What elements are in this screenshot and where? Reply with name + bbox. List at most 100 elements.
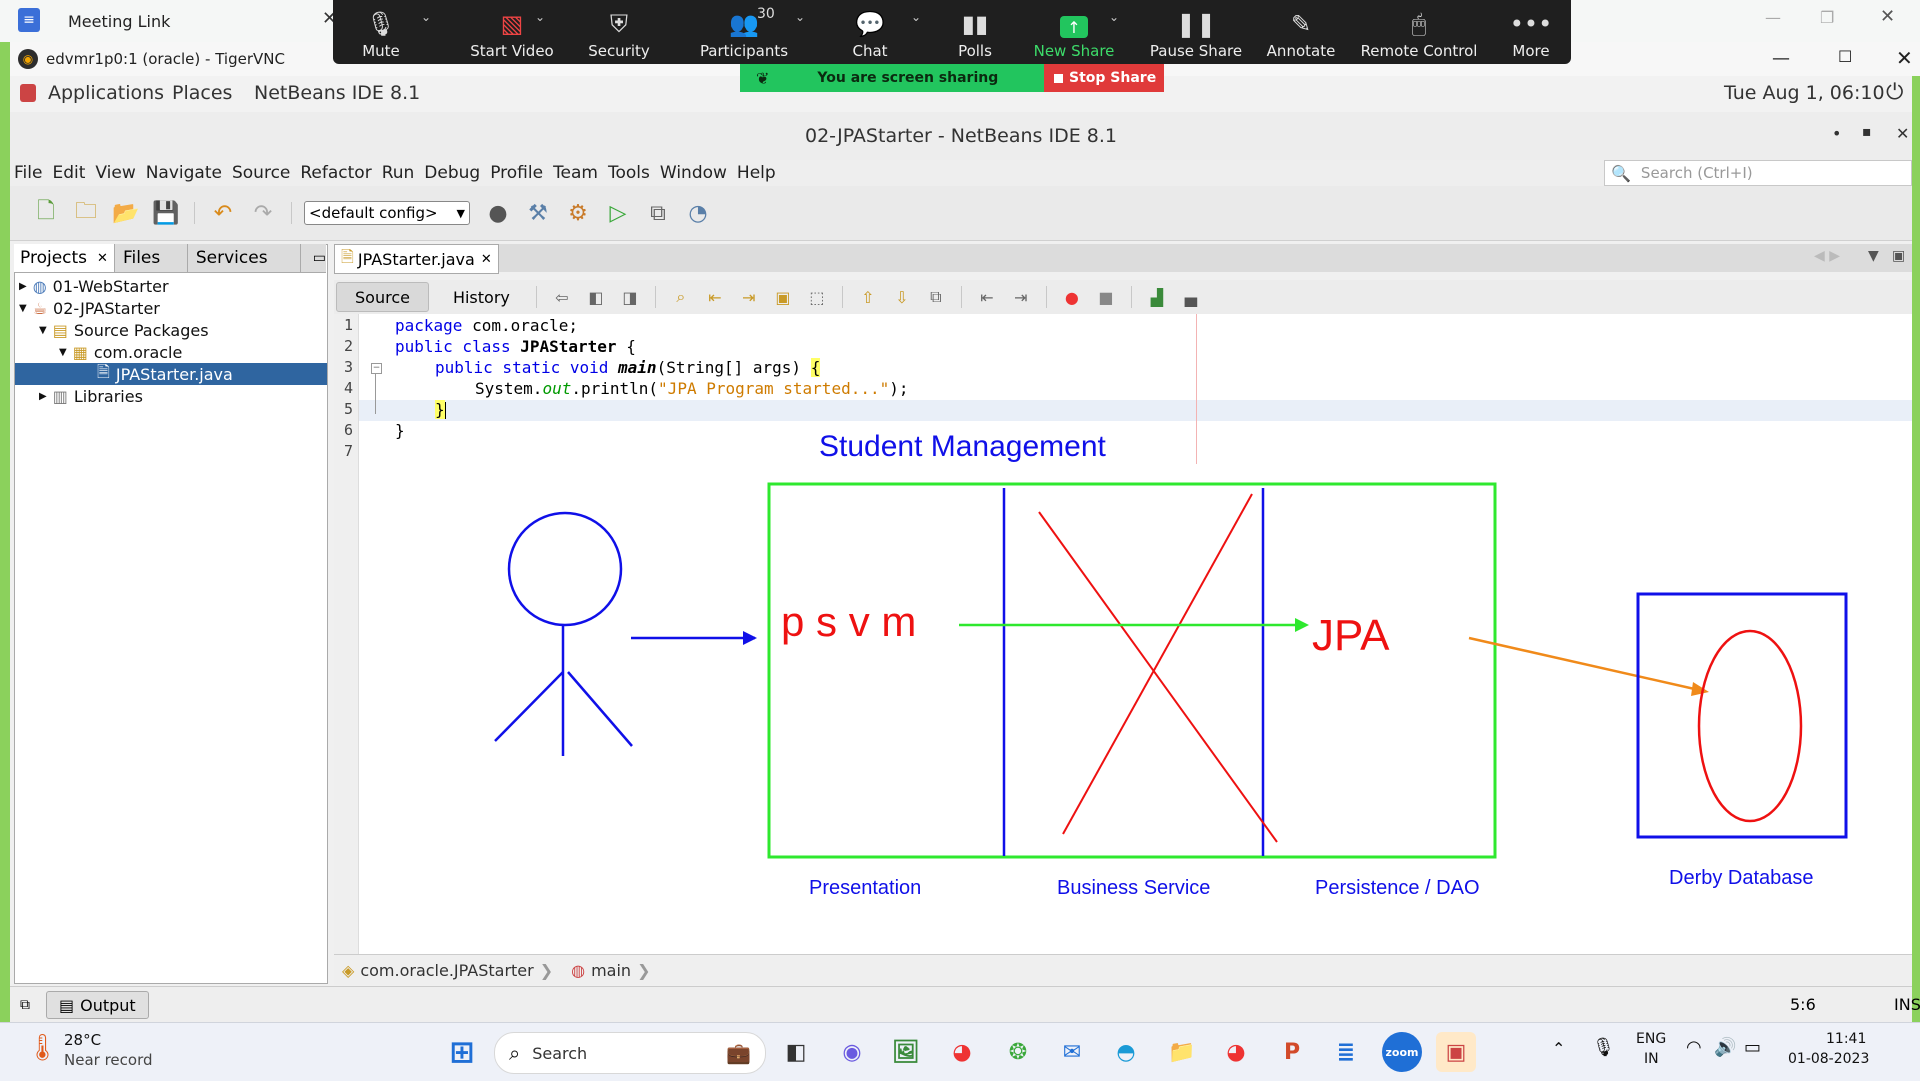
search-box[interactable]: 🔍 Search (Ctrl+I) (1604, 160, 1912, 186)
minimize-icon[interactable]: — (1772, 48, 1790, 69)
more-button[interactable]: ••• More (1501, 0, 1561, 64)
globe-icon[interactable]: ● (484, 199, 512, 227)
undo-icon[interactable]: ↶ (209, 199, 237, 227)
menu-debug[interactable]: Debug (424, 163, 480, 183)
tree-row-source-packages[interactable]: ▼ ▤ Source Packages (39, 319, 209, 341)
chevron-down-icon[interactable]: ⌄ (421, 10, 431, 24)
weather-text[interactable]: Near record (64, 1051, 153, 1069)
menu-run[interactable]: Run (382, 163, 415, 183)
forward-icon[interactable]: ◨ (616, 283, 644, 311)
active-app-menu[interactable]: NetBeans IDE 8.1 (254, 82, 420, 104)
menu-source[interactable]: Source (232, 163, 290, 183)
chevron-down-icon[interactable]: ⌄ (1109, 10, 1119, 24)
stop-macro-icon[interactable]: ■ (1092, 283, 1120, 311)
start-macro-icon[interactable]: ● (1058, 283, 1086, 311)
minimize-icon[interactable]: • (1832, 124, 1841, 143)
expand-icon[interactable]: ▶ (19, 281, 27, 292)
battery-icon[interactable]: ▭ (1744, 1037, 1761, 1058)
menu-window[interactable]: Window (660, 163, 727, 183)
build-hammer-icon[interactable]: ⚒ (524, 199, 552, 227)
mute-button[interactable]: 🎙 Mute (351, 0, 411, 64)
tab-projects[interactable]: Projects ✕ (14, 244, 115, 272)
stop-share-button[interactable]: Stop Share (1044, 64, 1164, 92)
taskbar-search[interactable]: ⌕ Search 💼 (494, 1032, 766, 1074)
start-icon[interactable]: ⊞ (442, 1032, 482, 1072)
chevron-down-icon[interactable]: ⌄ (795, 10, 805, 24)
config-select[interactable]: <default config> ▼ (304, 201, 470, 225)
volume-icon[interactable]: 🔊 (1714, 1037, 1736, 1058)
next-bookmark-icon[interactable]: ⇩ (888, 283, 916, 311)
security-button[interactable]: ⛨ Security (569, 0, 669, 64)
close-icon[interactable]: ✕ (1896, 46, 1913, 70)
new-project-icon[interactable]: 🗀 (72, 199, 100, 227)
chevron-down-icon[interactable]: ⌄ (911, 10, 921, 24)
output-tab[interactable]: ▤ Output (46, 991, 149, 1019)
pause-share-button[interactable]: ❚❚ Pause Share (1141, 0, 1251, 64)
menu-help[interactable]: Help (737, 163, 776, 183)
save-all-icon[interactable]: 💾 (152, 199, 180, 227)
weather-temp[interactable]: 28°C (64, 1031, 101, 1049)
edge-icon[interactable]: ◓ (1106, 1032, 1146, 1072)
minimize-panel-icon[interactable]: ▭ (313, 250, 326, 266)
new-share-button[interactable]: ↑ New Share (1029, 0, 1119, 64)
tree-row-jpastarter-java[interactable]: 🗎 JPAStarter.java (15, 362, 327, 385)
new-file-icon[interactable]: 🗋 (32, 199, 60, 227)
chrome-icon[interactable]: ◕ (942, 1032, 982, 1072)
menu-team[interactable]: Team (553, 163, 598, 183)
menu-refactor[interactable]: Refactor (300, 163, 371, 183)
start-video-button[interactable]: ▧ Start Video (457, 0, 567, 64)
breadcrumb-method[interactable]: main (591, 961, 631, 980)
close-icon[interactable]: ✕ (1896, 124, 1909, 143)
remote-control-button[interactable]: 🖱 Remote Control (1349, 0, 1489, 64)
taskbar-date[interactable]: 01-08-2023 (1788, 1051, 1869, 1067)
tab-files[interactable]: Files (115, 244, 188, 272)
back-icon[interactable]: ◧ (582, 283, 610, 311)
expand-icon[interactable]: ▶ (39, 391, 47, 402)
annotate-button[interactable]: ✎ Annotate (1251, 0, 1351, 64)
open-project-icon[interactable]: 📂 (112, 199, 140, 227)
shift-right-icon[interactable]: ⇥ (1007, 283, 1035, 311)
vnc-icon[interactable]: ▣ (1436, 1032, 1476, 1072)
uncomment-icon[interactable]: ▄ (1177, 283, 1205, 311)
power-icon[interactable]: ⏻ (1886, 80, 1903, 105)
previous-bookmark-icon[interactable]: ⇧ (854, 283, 882, 311)
scroll-left-icon[interactable]: ◀ ▶ (1814, 248, 1840, 264)
maximize-icon[interactable]: ▣ (1892, 248, 1905, 264)
close-icon[interactable]: ✕ (97, 251, 108, 266)
last-edit-icon[interactable]: ⇦ (548, 283, 576, 311)
restore-icon[interactable]: ❐ (1820, 8, 1834, 27)
tab-jpastarter-java[interactable]: 🗎 JPAStarter.java ✕ (334, 244, 499, 274)
chat-button[interactable]: 💬 Chat (835, 0, 905, 64)
zoom-icon[interactable]: zoom (1382, 1032, 1422, 1072)
menu-navigate[interactable]: Navigate (146, 163, 222, 183)
applications-menu[interactable]: Applications (48, 82, 164, 104)
participants-button[interactable]: 👥 Participants (689, 0, 799, 64)
language-code[interactable]: ENG (1636, 1031, 1666, 1047)
teams-chat-icon[interactable]: ◉ (832, 1032, 872, 1072)
places-menu[interactable]: Places (172, 82, 232, 104)
menu-profile[interactable]: Profile (490, 163, 543, 183)
chevron-up-icon[interactable]: ⌃ (1552, 1039, 1565, 1058)
notepad-icon[interactable]: ≣ (1326, 1032, 1366, 1072)
chrome-profile-icon[interactable]: ◕ (1216, 1032, 1256, 1072)
find-previous-icon[interactable]: ⇤ (701, 283, 729, 311)
shift-left-icon[interactable]: ⇤ (973, 283, 1001, 311)
tree-row-jpastarter[interactable]: ▼ ☕ 02-JPAStarter (19, 297, 160, 319)
powerpoint-icon[interactable]: P (1272, 1032, 1312, 1072)
chevron-down-icon[interactable]: ▼ (1868, 248, 1879, 264)
file-explorer-icon[interactable]: 📁 (1162, 1032, 1202, 1072)
close-icon[interactable]: ✕ (481, 252, 492, 267)
find-icon[interactable]: ⌕ (667, 283, 695, 311)
polls-button[interactable]: ▮▮ Polls (945, 0, 1005, 64)
green-app-icon[interactable]: ❂ (998, 1032, 1038, 1072)
task-view-icon[interactable]: ◧ (776, 1032, 816, 1072)
tree-row-com-oracle[interactable]: ▼ ▦ com.oracle (59, 341, 182, 363)
maximize-icon[interactable]: ▪ (1862, 124, 1872, 140)
language-region[interactable]: IN (1644, 1051, 1659, 1067)
clock[interactable]: Tue Aug 1, 06:10 (1724, 82, 1885, 104)
tab-services[interactable]: Services (188, 244, 301, 272)
history-tab[interactable]: History (435, 283, 528, 311)
collapse-icon[interactable]: ▼ (19, 303, 27, 314)
outlook-icon[interactable]: ✉ (1052, 1032, 1092, 1072)
tree-row-webstarter[interactable]: ▶ ◍ 01-WebStarter (19, 275, 169, 297)
